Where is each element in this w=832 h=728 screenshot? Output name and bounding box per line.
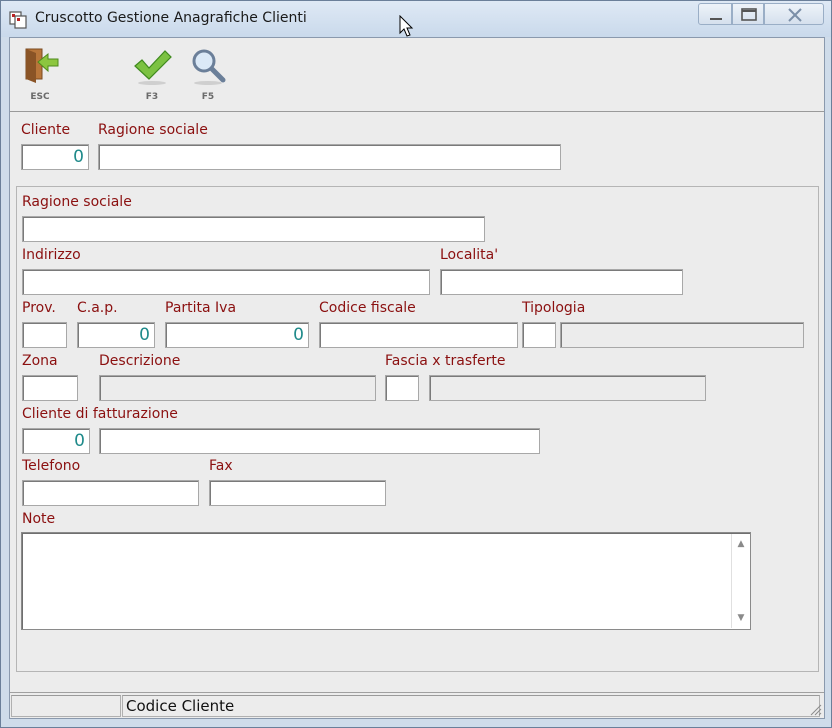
ragione-sociale-detail-label: Ragione sociale xyxy=(22,194,132,210)
f5-search-button[interactable]: F5 xyxy=(186,46,230,102)
window-title: Cruscotto Gestione Anagrafiche Clienti xyxy=(35,10,307,26)
scroll-down-icon[interactable]: ▼ xyxy=(736,614,746,623)
restore-icon xyxy=(741,8,757,21)
note-textarea[interactable]: ▲ ▼ xyxy=(21,532,751,630)
esc-label: ESC xyxy=(30,92,50,102)
tipologia-label: Tipologia xyxy=(522,300,586,316)
cap-label: C.a.p. xyxy=(77,300,118,316)
resize-grip-icon[interactable] xyxy=(808,702,822,716)
status-cell-left xyxy=(11,695,121,717)
minimize-button[interactable] xyxy=(698,3,732,25)
fascia-description-field xyxy=(429,375,706,401)
close-icon xyxy=(788,8,802,22)
prov-label: Prov. xyxy=(22,300,56,316)
cliente-fatturazione-code-field[interactable]: 0 xyxy=(22,428,90,454)
telefono-field[interactable] xyxy=(22,480,199,506)
detail-panel: Ragione sociale Indirizzo Localita' Prov… xyxy=(16,186,819,672)
exit-door-icon xyxy=(25,48,59,83)
note-scrollbar[interactable]: ▲ ▼ xyxy=(731,534,749,628)
fax-label: Fax xyxy=(209,458,233,474)
maximize-button[interactable] xyxy=(732,3,764,25)
client-area: ESC F3 F5 Cliente 0 Ragione sociale Ragi… xyxy=(9,37,825,719)
localita-label: Localita' xyxy=(440,247,499,263)
zona-field[interactable] xyxy=(22,375,78,401)
localita-field[interactable] xyxy=(440,269,683,295)
f5-label: F5 xyxy=(201,92,215,102)
note-label: Note xyxy=(22,511,56,527)
tipologia-description-field xyxy=(560,322,804,348)
codice-fiscale-label: Codice fiscale xyxy=(319,300,416,316)
cap-field[interactable]: 0 xyxy=(77,322,155,348)
partita-iva-label: Partita Iva xyxy=(165,300,237,316)
partita-iva-field[interactable]: 0 xyxy=(165,322,309,348)
indirizzo-label: Indirizzo xyxy=(22,247,81,263)
status-cell-hint: Codice Cliente xyxy=(122,695,820,717)
fax-field[interactable] xyxy=(209,480,386,506)
ragione-sociale-label: Ragione sociale xyxy=(98,122,208,138)
telefono-label: Telefono xyxy=(22,458,81,474)
fascia-code-field[interactable] xyxy=(385,375,419,401)
scroll-up-icon[interactable]: ▲ xyxy=(736,540,746,549)
zona-description-field xyxy=(99,375,376,401)
cliente-fatturazione-name-field[interactable] xyxy=(99,428,540,454)
close-button[interactable] xyxy=(764,3,824,25)
f3-label: F3 xyxy=(145,92,159,102)
app-icon xyxy=(9,11,27,29)
cliente-code-field[interactable]: 0 xyxy=(21,144,89,170)
fascia-trasferte-label: Fascia x trasferte xyxy=(385,353,506,369)
tipologia-code-field[interactable] xyxy=(522,322,556,348)
f3-confirm-button[interactable]: F3 xyxy=(130,46,174,102)
app-window: Cruscotto Gestione Anagrafiche Clienti E… xyxy=(0,0,832,728)
cliente-label: Cliente xyxy=(21,122,71,138)
codice-fiscale-field[interactable] xyxy=(319,322,518,348)
descrizione-label: Descrizione xyxy=(99,353,181,369)
prov-field[interactable] xyxy=(22,322,67,348)
mouse-cursor-icon xyxy=(399,15,414,37)
indirizzo-field[interactable] xyxy=(22,269,430,295)
title-bar[interactable]: Cruscotto Gestione Anagrafiche Clienti xyxy=(1,1,831,37)
ragione-sociale-field[interactable] xyxy=(22,216,485,242)
checkmark-icon xyxy=(134,50,172,85)
magnifier-icon xyxy=(192,49,226,85)
status-bar: Codice Cliente xyxy=(10,692,824,718)
ragione-sociale-search-field[interactable] xyxy=(98,144,561,170)
esc-button[interactable]: ESC xyxy=(18,46,62,102)
cliente-fatturazione-label: Cliente di fatturazione xyxy=(22,406,178,422)
zona-label: Zona xyxy=(22,353,58,369)
toolbar: ESC F3 F5 xyxy=(10,38,824,112)
minimize-icon xyxy=(710,18,722,20)
